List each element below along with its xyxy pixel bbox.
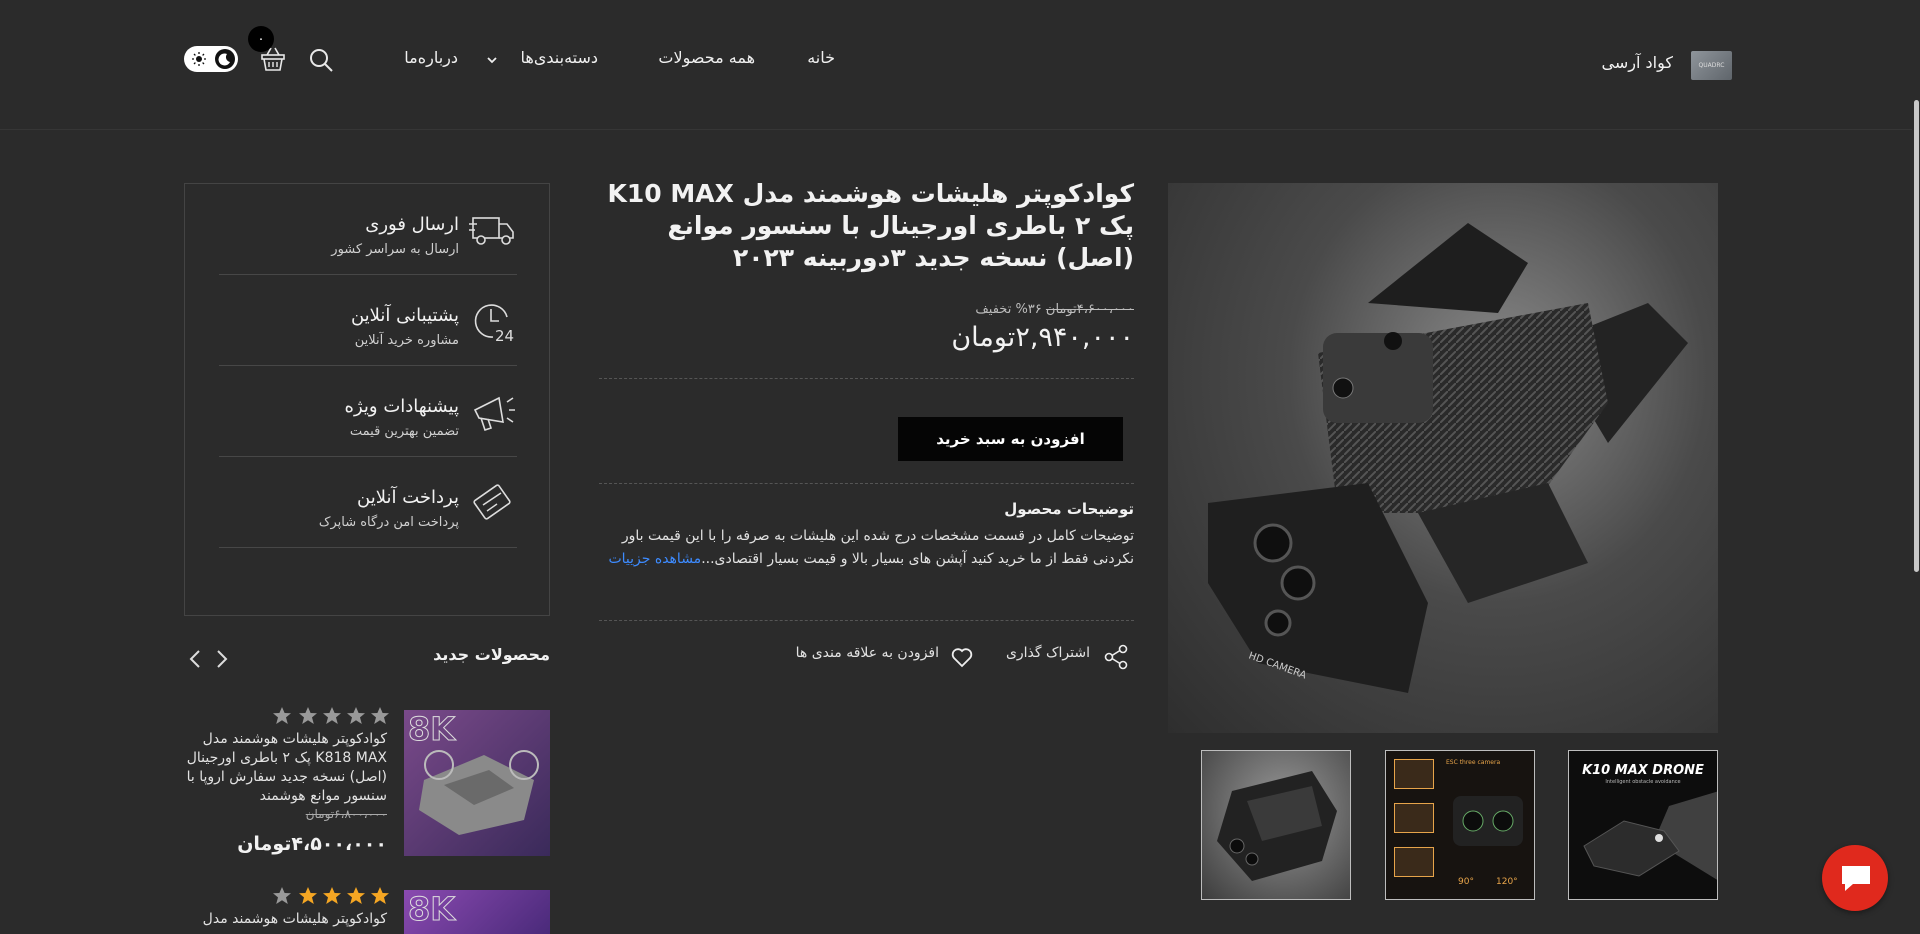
thumbnail-esc-label: ESC three camera	[1446, 759, 1501, 766]
new-product-old-price: ۶،۸۰۰،۰۰۰تومان	[305, 807, 387, 821]
logo-label[interactable]: کواد آرسی	[1602, 53, 1673, 72]
theme-toggle-knob	[215, 49, 235, 69]
thumbnail-degree: 90°	[1458, 877, 1474, 887]
new-product-image[interactable]: 8K	[404, 710, 550, 856]
logo-image[interactable]: QUADRC	[1691, 51, 1732, 80]
drone-thumbnail-graphic	[1583, 791, 1717, 880]
scrollbar-thumb[interactable]	[1914, 100, 1919, 572]
drone-illustration: HD CAMERA	[1208, 223, 1688, 693]
new-product-image[interactable]: 8K	[404, 890, 550, 934]
card-icon	[473, 484, 511, 520]
theme-toggle[interactable]	[184, 46, 238, 72]
drone-thumbnail-graphic	[1217, 771, 1337, 881]
sun-icon	[192, 52, 206, 66]
view-details-link[interactable]: مشاهده جزییات	[608, 551, 701, 567]
product-main-image[interactable]: HD CAMERA	[1168, 183, 1718, 733]
divider	[599, 483, 1134, 484]
chevron-left-icon[interactable]	[185, 648, 205, 670]
add-to-cart-button[interactable]: افزودن به سبد خرید	[898, 417, 1123, 461]
moon-icon	[218, 53, 230, 66]
feature-title: پرداخت آنلاین	[357, 487, 459, 508]
rating-stars	[273, 887, 389, 904]
chevron-right-icon[interactable]	[212, 648, 232, 670]
new-product-price: ۴،۵۰۰،۰۰۰تومان	[237, 833, 387, 855]
feature-title: پشتیبانی آنلاین	[350, 305, 459, 326]
share-icon[interactable]	[1103, 644, 1129, 670]
product-thumbnail-3[interactable]	[1201, 750, 1351, 900]
drone-thumbnail-graphic	[419, 750, 539, 835]
support-24-icon: 24	[474, 304, 514, 345]
heart-icon[interactable]	[950, 645, 974, 669]
feature-title: ارسال فوری	[365, 214, 459, 235]
new-products-title: محصولات جدید	[433, 645, 550, 664]
description-title: توضیحات محصول	[1004, 500, 1134, 518]
feature-online-payment: پرداخت آنلاین پرداخت امن درگاه شاپرک	[219, 457, 517, 548]
share-button[interactable]: اشتراک گذاری	[1006, 645, 1090, 661]
divider	[599, 378, 1134, 379]
thumbnail-frame	[1394, 803, 1434, 833]
product-price: ۲,۹۴۰,۰۰۰تومان	[951, 322, 1134, 353]
truck-icon	[469, 217, 514, 245]
search-icon[interactable]	[307, 46, 335, 74]
thumbnail-degree: 120°	[1496, 877, 1518, 887]
camera-closeup-graphic	[1453, 796, 1523, 846]
site-header: QUADRC کواد آرسی خانه همه محصولات دسته‌ب…	[0, 0, 1920, 130]
product-thumbnail-1[interactable]: K10 MAX DRONE Intelligent obstacle avoid…	[1568, 750, 1718, 900]
features-box: ارسال فوری ارسال به سراسر کشور 24 پشتیبا…	[184, 183, 550, 616]
new-product-name[interactable]: کوادکوپتر هلیشات هوشمند مدل K818 MAX پک …	[177, 730, 387, 806]
chat-button[interactable]	[1822, 845, 1888, 911]
rating-stars	[273, 707, 389, 724]
chevron-down-icon[interactable]	[486, 54, 498, 66]
feature-online-support: 24 پشتیبانی آنلاین مشاوره خرید آنلاین	[219, 275, 517, 366]
cart-count-badge: ۰	[248, 26, 274, 52]
feature-title: پیشنهادات ویژه	[344, 396, 459, 417]
divider	[599, 620, 1134, 621]
chat-bubble-icon	[1842, 866, 1870, 891]
product-badge: 8K	[407, 890, 456, 929]
discount-label: ۳۶% تخفیف	[975, 302, 1042, 317]
thumbnail-frame	[1394, 759, 1434, 789]
feature-subtitle: ارسال به سراسر کشور	[331, 242, 459, 257]
feature-subtitle: تضمین بهترین قیمت	[349, 424, 459, 439]
logo-image-text: QUADRC	[1698, 62, 1725, 69]
thumbnail-frame	[1394, 847, 1434, 877]
feature-special-offers: پیشنهادات ویژه تضمین بهترین قیمت	[219, 366, 517, 457]
megaphone-icon	[473, 396, 515, 432]
wishlist-button[interactable]: افزودن به علاقه مندی ها	[796, 645, 939, 661]
description-text: توضیحات کامل در قسمت مشخصات درج شده این …	[594, 525, 1134, 571]
old-price-row: ۴،۶۰۰،۰۰۰تومان ۳۶% تخفیف	[975, 302, 1134, 317]
svg-text:24: 24	[495, 327, 514, 345]
old-price: ۴،۶۰۰،۰۰۰تومان	[1045, 302, 1134, 317]
feature-subtitle: مشاوره خرید آنلاین	[354, 333, 459, 348]
product-title: کوادکوپتر هلیشات هوشمند مدل K10 MAX پک ۲…	[607, 179, 1134, 272]
nav-all-products[interactable]: همه محصولات	[658, 48, 755, 67]
nav-about[interactable]: درباره‌ما	[404, 48, 458, 67]
nav-categories[interactable]: دسته‌بندی‌ها	[521, 48, 598, 67]
feature-subtitle: پرداخت امن درگاه شاپرک	[318, 515, 459, 530]
new-product-name[interactable]: کوادکوپتر هلیشات هوشمند مدل	[177, 910, 387, 929]
product-thumbnail-2[interactable]: ESC three camera 90° 120°	[1385, 750, 1535, 900]
feature-fast-delivery: ارسال فوری ارسال به سراسر کشور	[219, 184, 517, 275]
nav-home[interactable]: خانه	[807, 48, 835, 67]
